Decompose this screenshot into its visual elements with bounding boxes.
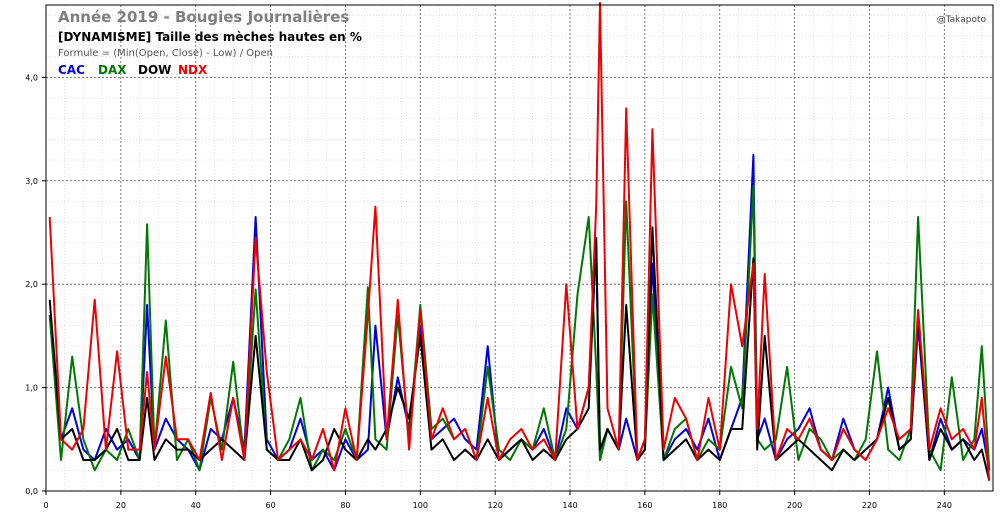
x-tick-label: 120 — [488, 501, 503, 510]
chart-formula: Formule = (Min(Open, Close) - Low) / Ope… — [58, 48, 273, 59]
chart-credit: @Takapoto — [937, 15, 987, 25]
y-tick-label: 2,0 — [25, 280, 38, 289]
x-tick-label: 180 — [712, 501, 727, 510]
y-tick-label: 4,0 — [25, 73, 38, 82]
x-tick-label: 160 — [637, 501, 652, 510]
y-tick-label: 0,0 — [25, 487, 38, 496]
chart-subtitle: [DYNAMISME] Taille des mèches hautes en … — [58, 30, 362, 44]
x-tick-label: 20 — [116, 501, 126, 510]
y-tick-label: 3,0 — [25, 177, 38, 186]
y-tick-label: 1,0 — [25, 384, 38, 393]
x-tick-label: 0 — [43, 501, 48, 510]
chart-title: Année 2019 - Bougies Journalières — [58, 8, 349, 26]
legend-entry-dax: DAX — [98, 63, 127, 77]
x-tick-label: 200 — [787, 501, 802, 510]
legend-entry-dow: DOW — [138, 63, 171, 77]
x-tick-label: 140 — [562, 501, 577, 510]
x-tick-label: 100 — [413, 501, 428, 510]
x-tick-label: 220 — [862, 501, 877, 510]
x-tick-label: 80 — [340, 501, 350, 510]
legend-entry-cac: CAC — [58, 63, 85, 77]
x-tick-label: 40 — [191, 501, 201, 510]
x-tick-label: 240 — [937, 501, 952, 510]
legend-entry-ndx: NDX — [178, 63, 208, 77]
chart: 0 20 40 60 80 100 120 140 160 180 200 220 240 0,0 1,0 2… — [0, 0, 1000, 520]
x-tick-label: 60 — [265, 501, 275, 510]
